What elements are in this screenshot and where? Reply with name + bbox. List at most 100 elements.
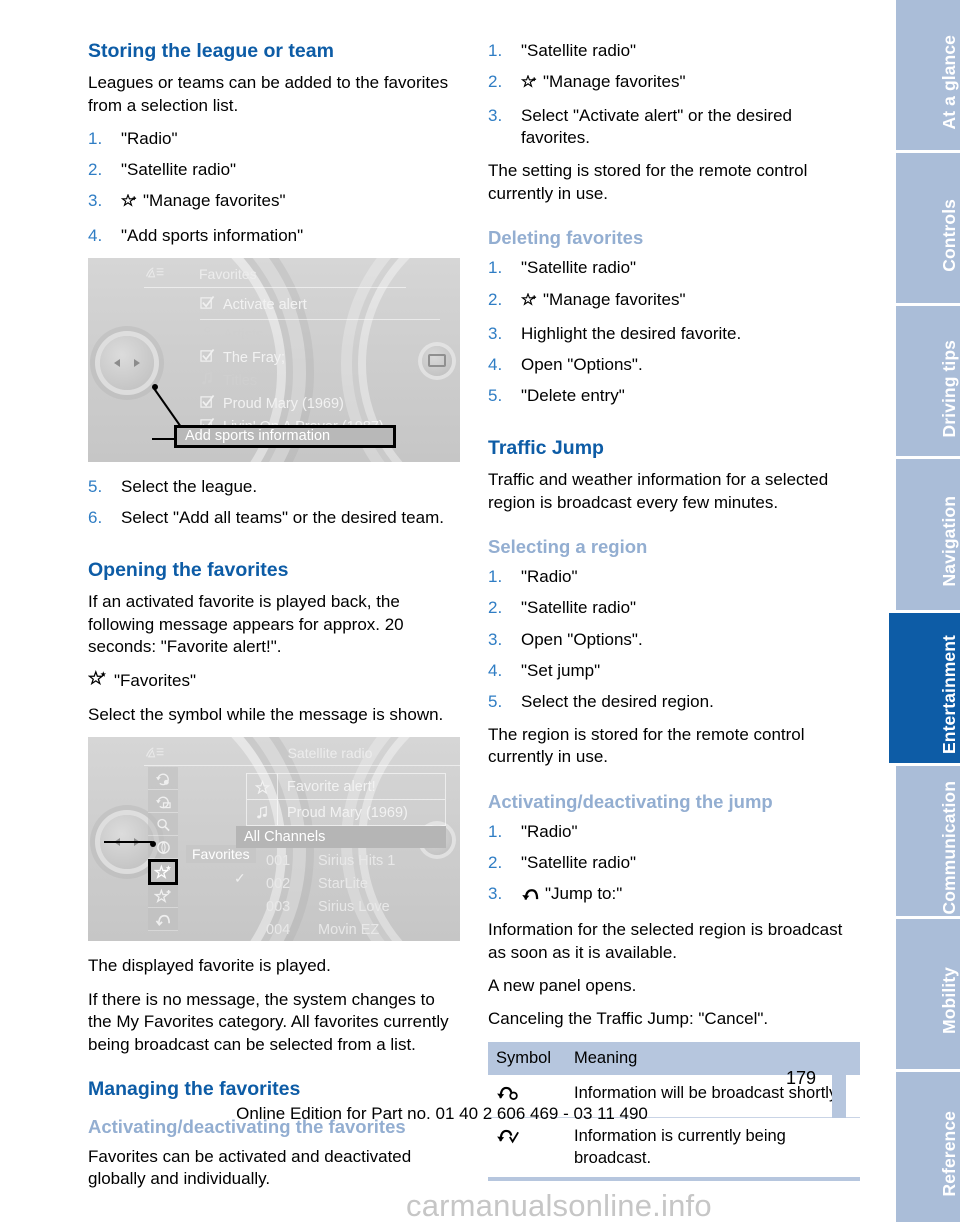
idrive-highlight-add-sports[interactable]: Add sports information (174, 424, 396, 448)
step-text: "Satellite radio" (521, 41, 637, 60)
bmw-idrive-icon (144, 266, 166, 283)
globe-icon[interactable] (148, 836, 178, 860)
idrive-menu-item[interactable]: The Fray; (200, 347, 440, 370)
steps-deleting-favorites: "Satellite radio" "Manage favorites" Hig… (488, 257, 860, 407)
channel-row[interactable]: 001 Sirius Hits 1 (266, 850, 395, 873)
tooltip-text: Favorites (192, 846, 250, 863)
idrive-category-all-channels[interactable]: All Channels (236, 826, 446, 849)
step-text: "Manage favorites" (143, 191, 286, 211)
step-text: "Set jump" (521, 660, 601, 680)
tab-at-a-glance[interactable]: At a glance (896, 0, 960, 151)
channel-selected-check-icon: ✓ (234, 870, 246, 887)
channel-row[interactable]: 004 Movin EZ (266, 919, 395, 941)
step-text: "Delete entry" (521, 385, 625, 405)
jump-icon[interactable] (148, 908, 178, 932)
star-alert-icon (87, 669, 107, 693)
heading-traffic-jump: Traffic Jump (488, 436, 604, 459)
step-item: "Add sports information" (88, 225, 460, 247)
channel-row[interactable]: 002 StarLite (266, 873, 395, 896)
step-item: Open "Options". (488, 354, 860, 376)
paragraph-select-symbol: Select the symbol while the message is s… (88, 704, 444, 724)
step-text: Open "Options". (521, 629, 643, 649)
step-text: "Satellite radio" (121, 160, 237, 180)
left-column: Storing the league or team Leagues or te… (87, 40, 460, 1202)
idrive-menu-item[interactable]: Titles (200, 370, 440, 393)
artist-icon (200, 326, 215, 344)
idrive-menu-list: Activate alert Artists The Fray; Titles … (200, 294, 440, 439)
star-plus-icon[interactable] (148, 885, 178, 909)
idrive-menu-label: Artists (223, 327, 264, 344)
step-text: "Radio" (521, 821, 578, 841)
steps-storing-league-cont: Select the league. Select "Add all teams… (88, 476, 460, 529)
tab-reference[interactable]: Reference (896, 1071, 960, 1222)
manual-page: Storing the league or team Leagues or te… (0, 0, 960, 1223)
steps-storing-league: "Radio" "Satellite radio" "Manage favori… (88, 128, 460, 246)
page-content: Storing the league or team Leagues or te… (0, 0, 884, 1188)
tab-navigation[interactable]: Navigation (896, 459, 960, 610)
symbol-line-text: "Favorites" (114, 671, 196, 691)
page-number: 179 (785, 1068, 816, 1088)
symbol-line-favorites: "Favorites" (87, 669, 460, 693)
steps-activating-favorites: "Satellite radio" "Manage favorites" Sel… (488, 40, 860, 149)
channel-name: Sirius Hits 1 (318, 852, 396, 869)
step-text: "Radio" (121, 129, 178, 149)
idrive-menu-item[interactable]: Proud Mary (1969) (200, 393, 440, 416)
step-item: "Manage favorites" (88, 190, 460, 215)
callout-leader-line (104, 841, 152, 844)
channel-name: Sirius Love (318, 898, 390, 915)
tab-entertainment[interactable]: Entertainment (889, 612, 960, 763)
repeat-folder-icon[interactable] (148, 790, 178, 814)
step-item: "Satellite radio" (488, 40, 860, 62)
tab-label: Communication (939, 780, 959, 915)
star-alert-icon[interactable] (148, 859, 178, 886)
idrive-menu-item[interactable]: Activate alert (200, 294, 440, 317)
paragraph-opening-favorites: If an activated favorite is played back,… (88, 592, 404, 657)
channel-number: 003 (266, 898, 291, 915)
idrive-now-playing-box: Favorite alert! Proud Mary (1969) (246, 773, 446, 827)
step-item: "Set jump" (488, 660, 860, 682)
idrive-header-title: Satellite radio (287, 745, 373, 762)
tab-label: Reference (939, 1111, 959, 1197)
idrive-header: Satellite radio (144, 745, 460, 767)
checkbox-checked-icon (200, 296, 215, 314)
tab-driving-tips[interactable]: Driving tips (896, 306, 960, 457)
idrive-menu-item[interactable]: Artists (200, 324, 440, 347)
step-item: "Jump to:" (488, 883, 860, 908)
step-item: "Radio" (488, 566, 860, 588)
step-item: "Delete entry" (488, 385, 860, 407)
step-item: Select the league. (88, 476, 460, 498)
step-text: "Manage favorites" (543, 289, 686, 309)
paragraph-cancel-jump: Canceling the Traffic Jump: "Cancel". (488, 1009, 769, 1029)
step-text: Select "Add all teams" or the desired te… (121, 507, 444, 527)
paragraph-no-message: If there is no message, the system chang… (88, 989, 449, 1054)
paragraph-favorites-activation: Favorites can be activated and deactivat… (88, 1146, 412, 1189)
tab-mobility[interactable]: Mobility (896, 918, 960, 1069)
step-text: "Satellite radio" (521, 852, 637, 872)
repeat-icon[interactable] (148, 767, 178, 791)
now-playing-label: Proud Mary (1969) (287, 804, 408, 821)
channel-number: 002 (266, 875, 291, 892)
step-item: Select the desired region. (488, 691, 860, 713)
page-footer: 179 Online Edition for Part no. 01 40 2 … (0, 1060, 884, 1140)
idrive-menu-label: Titles (223, 373, 258, 390)
tab-communication[interactable]: Communication (896, 765, 960, 916)
idrive-icon-column (148, 767, 178, 932)
channel-row[interactable]: 003 Sirius Love (266, 896, 395, 919)
subheading-deleting-favorites: Deleting favorites (488, 227, 644, 249)
step-text: Select the league. (121, 476, 258, 496)
step-item: "Satellite radio" (488, 597, 860, 619)
paragraph-storing-intro: Leagues or teams can be added to the fav… (88, 73, 449, 115)
tab-controls[interactable]: Controls (896, 153, 960, 304)
step-item: "Satellite radio" (488, 852, 860, 874)
tab-label: Mobility (939, 967, 959, 1035)
now-playing-label: Favorite alert! (287, 778, 376, 795)
now-playing-row: Proud Mary (1969) (247, 799, 445, 826)
step-text: "Add sports information" (121, 225, 304, 245)
heading-opening-favorites: Opening the favorites (88, 558, 289, 581)
star-plus-icon (520, 74, 538, 96)
idrive-menu-label: Activate alert (223, 297, 307, 314)
paragraph-traffic-jump-intro: Traffic and weather information for a se… (488, 470, 829, 512)
search-icon[interactable] (148, 813, 178, 837)
star-plus-icon (520, 291, 538, 314)
step-item: "Satellite radio" (488, 257, 860, 279)
